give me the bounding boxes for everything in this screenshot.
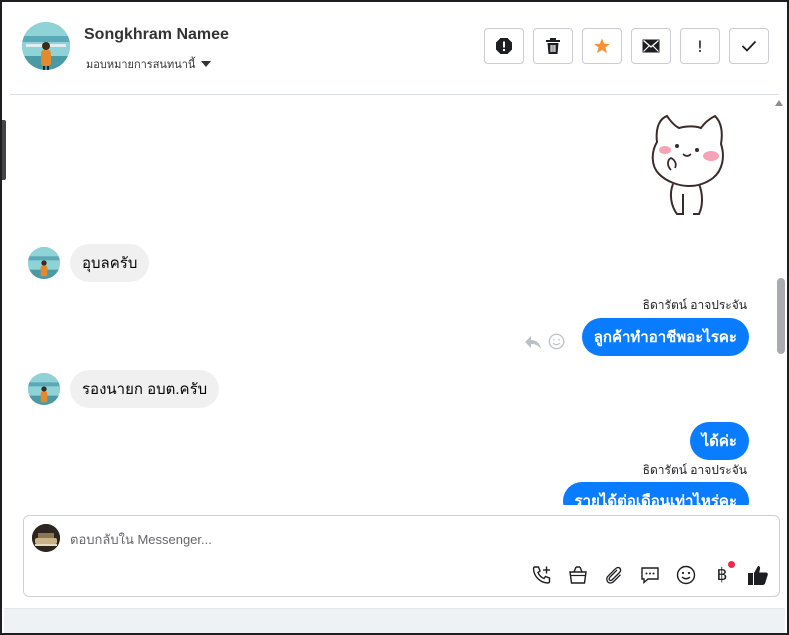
trash-icon	[546, 38, 560, 54]
inbox-conversation-window: Songkhram Namee มอบหมายการสนทนานี้ ! อุบ…	[0, 0, 789, 635]
scroll-up-arrow-icon[interactable]	[775, 100, 783, 106]
caret-down-icon	[201, 61, 212, 67]
message-bubble-outgoing[interactable]: ลูกค้าทำอาชีพอะไรคะ	[581, 318, 749, 356]
report-button[interactable]	[484, 28, 524, 64]
page-avatar	[32, 524, 60, 552]
star-icon	[594, 38, 610, 54]
assign-label: มอบหมายการสนทนานี้	[86, 59, 196, 71]
envelope-icon	[642, 39, 660, 53]
star-button[interactable]	[582, 28, 622, 64]
message-bubble-incoming[interactable]: อุบลครับ	[70, 244, 150, 282]
assign-conversation-dropdown[interactable]: มอบหมายการสนทนานี้	[86, 55, 212, 73]
scrollbar-thumb[interactable]	[777, 278, 785, 354]
conversation-toolbar: !	[484, 28, 769, 64]
notification-dot	[728, 561, 735, 568]
thumbs-up-icon[interactable]	[747, 564, 769, 586]
reply-icon[interactable]	[524, 334, 542, 350]
message-bubble-outgoing[interactable]: รายได้ต่อเดือนเท่าไหร่คะ	[562, 482, 749, 505]
follow-up-button[interactable]: !	[680, 28, 720, 64]
sender-name: ธิดารัตน์ อาจประจัน	[642, 463, 747, 477]
contact-avatar-small[interactable]	[28, 247, 60, 279]
reply-composer: ฿	[23, 515, 780, 597]
mark-done-button[interactable]	[729, 28, 769, 64]
call-plus-icon[interactable]	[531, 564, 553, 586]
sender-name: ธิดารัตน์ อาจประจัน	[642, 298, 747, 312]
cat-sticker	[651, 114, 724, 215]
composer-actions: ฿	[531, 561, 769, 586]
conversation-header: Songkhram Namee มอบหมายการสนทนานี้ !	[10, 2, 779, 95]
baht-icon[interactable]: ฿	[711, 561, 735, 586]
check-icon	[741, 40, 757, 52]
panel-resize-handle[interactable]	[2, 120, 6, 180]
baht-glyph: ฿	[716, 565, 728, 585]
contact-avatar-small[interactable]	[28, 373, 60, 405]
contact-name[interactable]: Songkhram Namee	[84, 26, 229, 44]
message-bubble-incoming[interactable]: รองนายก อบต.ครับ	[70, 370, 220, 408]
delete-button[interactable]	[533, 28, 573, 64]
message-actions	[524, 333, 565, 350]
page-footer-strip	[4, 608, 785, 633]
saved-reply-icon[interactable]	[639, 564, 661, 586]
message-row-incoming: รองนายก อบต.ครับ	[28, 370, 220, 408]
mark-unread-button[interactable]	[631, 28, 671, 64]
paperclip-icon[interactable]	[603, 564, 625, 586]
contact-avatar[interactable]	[22, 22, 70, 70]
message-bubble-outgoing[interactable]: ได้ค่ะ	[689, 422, 749, 460]
shopping-bag-icon[interactable]	[567, 564, 589, 586]
message-row-incoming: อุบลครับ	[28, 244, 150, 282]
react-emoji-icon[interactable]	[548, 333, 565, 350]
reply-input[interactable]	[70, 528, 670, 550]
alert-octagon-icon	[496, 38, 512, 54]
message-thread[interactable]: อุบลครับ ธิดารัตน์ อาจประจัน ลูกค้าทำอาช…	[10, 96, 773, 505]
emoji-icon[interactable]	[675, 564, 697, 586]
exclamation-icon: !	[696, 36, 704, 56]
